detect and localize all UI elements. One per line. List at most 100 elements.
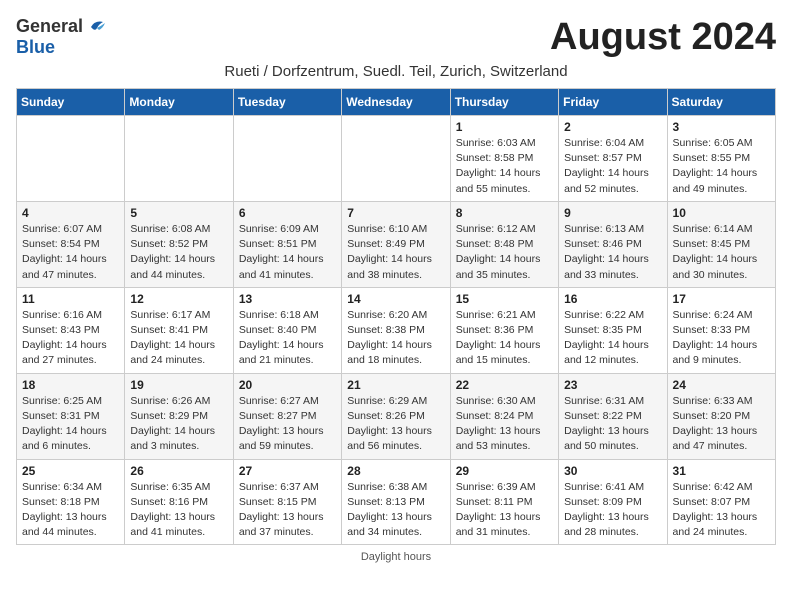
logo: General Blue: [16, 16, 107, 58]
calendar-cell: 4 Sunrise: 6:07 AM Sunset: 8:54 PM Daylig…: [17, 201, 125, 287]
calendar-cell: 29Sunrise: 6:39 AM Sunset: 8:11 PM Dayli…: [450, 459, 558, 545]
calendar-cell: 13 Sunrise: 6:18 AM Sunset: 8:40 PM Dayli…: [233, 287, 341, 373]
day-info: Sunrise: 6:22 AM Sunset: 8:35 PM Dayligh…: [564, 308, 661, 369]
calendar-cell: 16 Sunrise: 6:22 AM Sunset: 8:35 PM Dayli…: [559, 287, 667, 373]
calendar-cell: 22 Sunrise: 6:30 AM Sunset: 8:24 PM Dayli…: [450, 373, 558, 459]
calendar-table: SundayMondayTuesdayWednesdayThursdayFrid…: [16, 88, 776, 545]
calendar-week-5: 25 Sunrise: 6:34 AM Sunset: 8:18 PM Dayli…: [17, 459, 776, 545]
day-info: Sunrise: 6:35 AM Sunset: 8:16 PM Dayligh…: [130, 480, 227, 541]
day-info: Sunrise: 6:17 AM Sunset: 8:41 PM Dayligh…: [130, 308, 227, 369]
day-number: 10: [673, 206, 770, 220]
calendar-cell: [125, 116, 233, 202]
day-info: Sunrise: 6:34 AM Sunset: 8:18 PM Dayligh…: [22, 480, 119, 541]
day-info: Sunrise: 6:03 AM Sunset: 8:58 PM Dayligh…: [456, 136, 553, 197]
calendar-cell: 9 Sunrise: 6:13 AM Sunset: 8:46 PM Daylig…: [559, 201, 667, 287]
calendar-cell: [342, 116, 450, 202]
day-number: 25: [22, 464, 119, 478]
day-of-week-tuesday: Tuesday: [233, 89, 341, 116]
day-number: 24: [673, 378, 770, 392]
calendar-cell: 8 Sunrise: 6:12 AM Sunset: 8:48 PM Daylig…: [450, 201, 558, 287]
calendar-cell: 26 Sunrise: 6:35 AM Sunset: 8:16 PM Dayli…: [125, 459, 233, 545]
day-number: 17: [673, 292, 770, 306]
day-number: 15: [456, 292, 553, 306]
logo-general: General: [16, 16, 83, 37]
calendar-cell: 19Sunrise: 6:26 AM Sunset: 8:29 PM Dayli…: [125, 373, 233, 459]
day-info: Sunrise: 6:38 AM Sunset: 8:13 PM Dayligh…: [347, 480, 444, 541]
day-of-week-sunday: Sunday: [17, 89, 125, 116]
day-number: 23: [564, 378, 661, 392]
day-number: 12: [130, 292, 227, 306]
day-info: Sunrise: 6:09 AM Sunset: 8:51 PM Dayligh…: [239, 222, 336, 283]
day-number: 8: [456, 206, 553, 220]
calendar-cell: [17, 116, 125, 202]
day-info: Sunrise: 6:25 AM Sunset: 8:31 PM Dayligh…: [22, 394, 119, 455]
day-number: 4: [22, 206, 119, 220]
day-info: Sunrise: 6:14 AM Sunset: 8:45 PM Dayligh…: [673, 222, 770, 283]
day-info: Sunrise: 6:33 AM Sunset: 8:20 PM Dayligh…: [673, 394, 770, 455]
day-info: Sunrise: 6:30 AM Sunset: 8:24 PM Dayligh…: [456, 394, 553, 455]
day-number: 11: [22, 292, 119, 306]
day-info: Sunrise: 6:21 AM Sunset: 8:36 PM Dayligh…: [456, 308, 553, 369]
day-number: 6: [239, 206, 336, 220]
day-number: 7: [347, 206, 444, 220]
day-info: Sunrise: 6:05 AM Sunset: 8:55 PM Dayligh…: [673, 136, 770, 197]
calendar-cell: 10 Sunrise: 6:14 AM Sunset: 8:45 PM Dayli…: [667, 201, 775, 287]
calendar-week-3: 11 Sunrise: 6:16 AM Sunset: 8:43 PM Dayli…: [17, 287, 776, 373]
calendar-week-4: 18 Sunrise: 6:25 AM Sunset: 8:31 PM Dayli…: [17, 373, 776, 459]
calendar-cell: 7Sunrise: 6:10 AM Sunset: 8:49 PM Daylig…: [342, 201, 450, 287]
day-number: 13: [239, 292, 336, 306]
day-info: Sunrise: 6:12 AM Sunset: 8:48 PM Dayligh…: [456, 222, 553, 283]
month-title: August 2024: [550, 16, 776, 59]
day-info: Sunrise: 6:24 AM Sunset: 8:33 PM Dayligh…: [673, 308, 770, 369]
calendar-cell: 17 Sunrise: 6:24 AM Sunset: 8:33 PM Dayli…: [667, 287, 775, 373]
day-number: 14: [347, 292, 444, 306]
calendar-cell: 28 Sunrise: 6:38 AM Sunset: 8:13 PM Dayli…: [342, 459, 450, 545]
calendar-cell: 18 Sunrise: 6:25 AM Sunset: 8:31 PM Dayli…: [17, 373, 125, 459]
calendar-cell: 1 Sunrise: 6:03 AM Sunset: 8:58 PM Daylig…: [450, 116, 558, 202]
day-number: 21: [347, 378, 444, 392]
calendar-cell: 21 Sunrise: 6:29 AM Sunset: 8:26 PM Dayli…: [342, 373, 450, 459]
day-info: Sunrise: 6:16 AM Sunset: 8:43 PM Dayligh…: [22, 308, 119, 369]
day-info: Sunrise: 6:29 AM Sunset: 8:26 PM Dayligh…: [347, 394, 444, 455]
day-number: 1: [456, 120, 553, 134]
day-of-week-monday: Monday: [125, 89, 233, 116]
daylight-note: Daylight hours: [16, 551, 776, 563]
day-number: 5: [130, 206, 227, 220]
calendar-cell: 14 Sunrise: 6:20 AM Sunset: 8:38 PM Dayli…: [342, 287, 450, 373]
calendar-cell: 27 Sunrise: 6:37 AM Sunset: 8:15 PM Dayli…: [233, 459, 341, 545]
day-info: Sunrise: 6:37 AM Sunset: 8:15 PM Dayligh…: [239, 480, 336, 541]
day-info: Sunrise: 6:13 AM Sunset: 8:46 PM Dayligh…: [564, 222, 661, 283]
calendar-cell: 5 Sunrise: 6:08 AM Sunset: 8:52 PM Daylig…: [125, 201, 233, 287]
day-number: 3: [673, 120, 770, 134]
calendar-cell: 24 Sunrise: 6:33 AM Sunset: 8:20 PM Dayli…: [667, 373, 775, 459]
day-info: Sunrise: 6:07 AM Sunset: 8:54 PM Dayligh…: [22, 222, 119, 283]
calendar-week-2: 4 Sunrise: 6:07 AM Sunset: 8:54 PM Daylig…: [17, 201, 776, 287]
day-number: 9: [564, 206, 661, 220]
day-info: Sunrise: 6:20 AM Sunset: 8:38 PM Dayligh…: [347, 308, 444, 369]
calendar-cell: 25 Sunrise: 6:34 AM Sunset: 8:18 PM Dayli…: [17, 459, 125, 545]
calendar-cell: 3 Sunrise: 6:05 AM Sunset: 8:55 PM Daylig…: [667, 116, 775, 202]
calendar-cell: 20 Sunrise: 6:27 AM Sunset: 8:27 PM Dayli…: [233, 373, 341, 459]
day-info: Sunrise: 6:39 AM Sunset: 8:11 PM Dayligh…: [456, 480, 553, 541]
day-number: 27: [239, 464, 336, 478]
day-info: Sunrise: 6:04 AM Sunset: 8:57 PM Dayligh…: [564, 136, 661, 197]
calendar-cell: 6 Sunrise: 6:09 AM Sunset: 8:51 PM Daylig…: [233, 201, 341, 287]
calendar-cell: 12 Sunrise: 6:17 AM Sunset: 8:41 PM Dayli…: [125, 287, 233, 373]
day-number: 31: [673, 464, 770, 478]
day-number: 16: [564, 292, 661, 306]
day-of-week-thursday: Thursday: [450, 89, 558, 116]
calendar-cell: 30Sunrise: 6:41 AM Sunset: 8:09 PM Dayli…: [559, 459, 667, 545]
calendar-subtitle: Rueti / Dorfzentrum, Suedl. Teil, Zurich…: [16, 63, 776, 80]
calendar-cell: 2Sunrise: 6:04 AM Sunset: 8:57 PM Daylig…: [559, 116, 667, 202]
day-of-week-saturday: Saturday: [667, 89, 775, 116]
day-number: 22: [456, 378, 553, 392]
calendar-cell: 15 Sunrise: 6:21 AM Sunset: 8:36 PM Dayli…: [450, 287, 558, 373]
day-number: 30: [564, 464, 661, 478]
day-info: Sunrise: 6:18 AM Sunset: 8:40 PM Dayligh…: [239, 308, 336, 369]
day-number: 20: [239, 378, 336, 392]
day-number: 28: [347, 464, 444, 478]
day-number: 18: [22, 378, 119, 392]
day-info: Sunrise: 6:27 AM Sunset: 8:27 PM Dayligh…: [239, 394, 336, 455]
day-number: 26: [130, 464, 227, 478]
day-info: Sunrise: 6:08 AM Sunset: 8:52 PM Dayligh…: [130, 222, 227, 283]
